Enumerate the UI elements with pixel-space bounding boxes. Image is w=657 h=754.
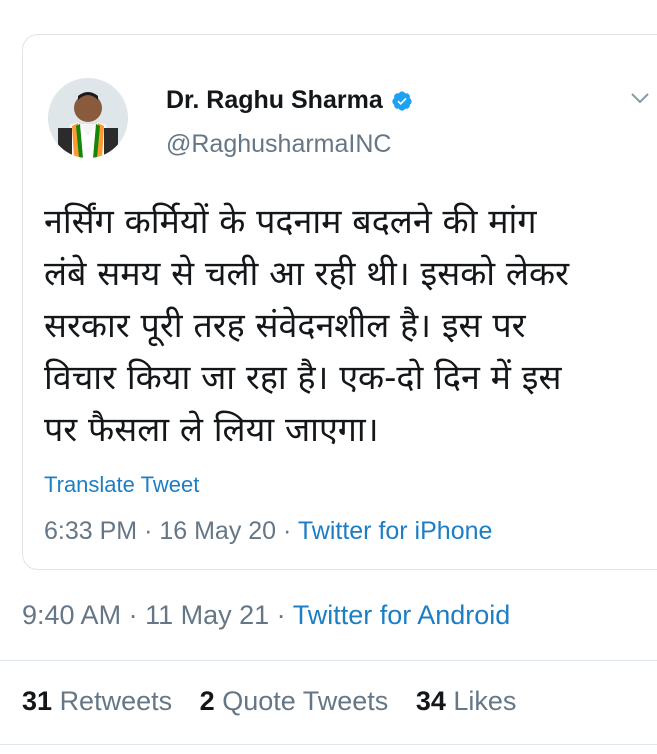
author-handle[interactable]: @RaghusharmaINC [166, 130, 391, 159]
translate-tweet-link[interactable]: Translate Tweet [44, 472, 199, 498]
author-name[interactable]: Dr. Raghu Sharma [166, 86, 413, 115]
divider [0, 744, 657, 745]
quoted-tweet-date[interactable]: 16 May 20 [159, 517, 276, 545]
meta-separator: · [144, 517, 160, 545]
author-name-text: Dr. Raghu Sharma [166, 86, 383, 114]
meta-separator: · [128, 600, 146, 630]
tweet-meta: 9:40 AM · 11 May 21 · Twitter for Androi… [22, 600, 510, 631]
likes-stat[interactable]: 34 Likes [416, 686, 517, 716]
avatar-image [48, 78, 128, 158]
likes-label: Likes [453, 686, 517, 716]
tweet-time[interactable]: 9:40 AM [22, 600, 121, 630]
quoted-tweet-time[interactable]: 6:33 PM [44, 517, 137, 545]
tweet-date[interactable]: 11 May 21 [145, 600, 269, 630]
author-avatar[interactable] [48, 78, 128, 158]
retweets-count: 31 [22, 686, 53, 716]
meta-separator: · [283, 517, 298, 545]
verified-badge-icon [392, 90, 412, 111]
quote-tweets-label: Quote Tweets [222, 686, 389, 716]
tweet-stats: 31 Retweets 2 Quote Tweets 34 Likes [22, 686, 536, 717]
meta-separator: · [276, 600, 293, 630]
quote-tweets-stat[interactable]: 2 Quote Tweets [200, 686, 389, 716]
retweets-label: Retweets [59, 686, 173, 716]
quoted-tweet-meta: 6:33 PM · 16 May 20 · Twitter for iPhone [44, 517, 492, 546]
chevron-down-icon[interactable] [628, 86, 652, 110]
quoted-tweet-text: नर्सिंग कर्मियों के पदनाम बदलने की मांग … [44, 202, 569, 450]
retweets-stat[interactable]: 31 Retweets [22, 686, 172, 716]
quoted-tweet-source[interactable]: Twitter for iPhone [298, 517, 493, 545]
likes-count: 34 [415, 686, 446, 716]
quote-tweets-count: 2 [199, 686, 215, 716]
divider [0, 660, 657, 661]
tweet-source[interactable]: Twitter for Android [293, 600, 511, 630]
